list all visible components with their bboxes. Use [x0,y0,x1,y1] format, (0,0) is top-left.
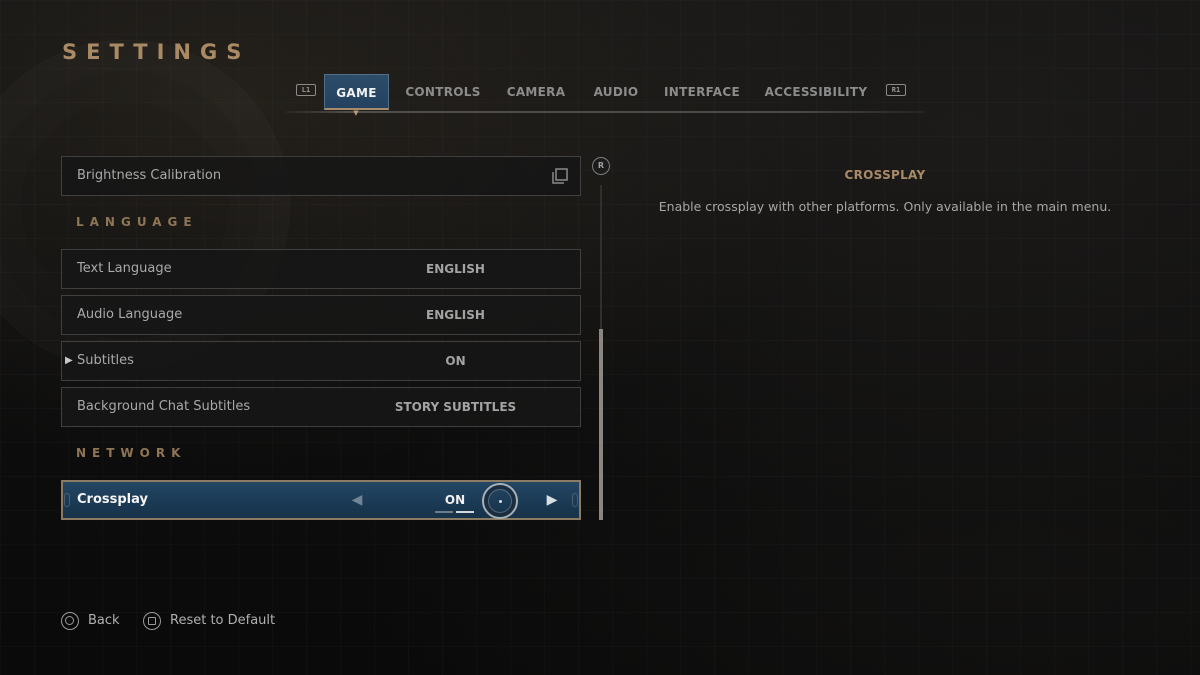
setting-label: Brightness Calibration [77,168,222,183]
description-title: CROSSPLAY [844,168,926,182]
previous-option-arrow-icon[interactable]: ◀ [350,491,364,509]
tab-bar-divider [285,111,925,113]
setting-value: ON [445,354,466,368]
tab-audio[interactable]: AUDIO [588,74,644,110]
setting-label: Subtitles [77,353,134,368]
l1-bumper-icon[interactable]: L1 [296,84,316,96]
scrollbar-thumb[interactable] [599,329,603,520]
section-heading-language: LANGUAGE [76,215,198,229]
active-tab-caret-icon: ▼ [353,109,359,117]
setting-row-crossplay[interactable]: Crossplay ◀ ON ▶ [61,480,581,520]
tab-camera[interactable]: CAMERA [500,74,572,110]
setting-row-background-chat-subtitles[interactable]: Background Chat Subtitles STORY SUBTITLE… [61,387,581,427]
section-heading-network: NETWORK [76,446,187,460]
tab-game[interactable]: GAME [324,74,389,110]
page-title: SETTINGS [62,40,251,64]
description-body: Enable crossplay with other platforms. O… [658,199,1112,214]
tab-controls[interactable]: CONTROLS [400,74,486,110]
r1-bumper-icon[interactable]: R1 [886,84,906,96]
expand-marker-icon: ▶ [65,355,73,366]
setting-label: Audio Language [77,307,183,322]
reset-label: Reset to Default [170,613,276,628]
setting-value: STORY SUBTITLES [394,400,517,414]
right-stick-scroll-badge: R [592,157,610,175]
setting-label: Text Language [77,261,172,276]
open-window-icon [552,168,568,184]
circle-button-icon [61,612,79,630]
tab-interface[interactable]: INTERFACE [660,74,744,110]
right-stick-icon [482,483,518,519]
next-option-arrow-icon[interactable]: ▶ [545,491,559,509]
row-end-cap-right [572,493,578,507]
setting-row-text-language[interactable]: Text Language ENGLISH [61,249,581,289]
option-pager-indicator [435,511,477,513]
option-pager-segment [456,511,474,513]
setting-row-subtitles[interactable]: ▶ Subtitles ON [61,341,581,381]
setting-label: Background Chat Subtitles [77,399,251,414]
setting-row-brightness-calibration[interactable]: Brightness Calibration [61,156,581,196]
square-button-icon [143,612,161,630]
setting-row-audio-language[interactable]: Audio Language ENGLISH [61,295,581,335]
setting-value: ENGLISH [426,308,485,322]
tab-accessibility[interactable]: ACCESSIBILITY [760,74,872,110]
option-pager-segment [435,511,453,513]
setting-value: ENGLISH [426,262,485,276]
row-end-cap-left [64,493,70,507]
setting-label: Crossplay [77,492,148,507]
back-label: Back [88,613,120,628]
settings-screen: SETTINGS L1 GAME CONTROLS CAMERA AUDIO I… [0,0,1200,675]
